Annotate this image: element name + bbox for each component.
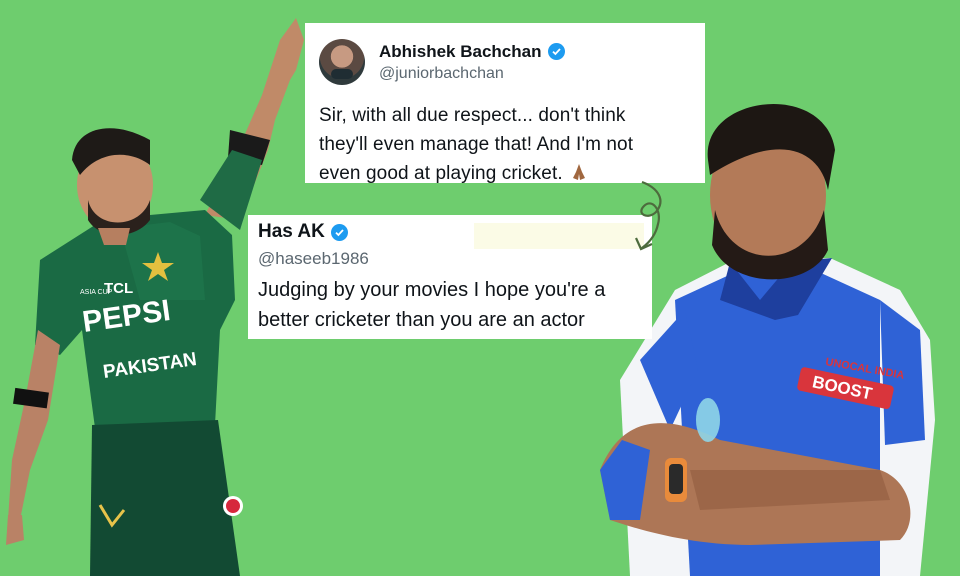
tweet-card-abhishek: Abhishek Bachchan @juniorbachchan Sir, w… <box>305 23 705 184</box>
tweet-author-name: Has AK <box>258 221 325 242</box>
curly-arrow-icon <box>634 180 662 251</box>
tweet-card-reply: Has AK @haseeb1986 Judging by your movie… <box>248 215 652 339</box>
folded-hands-icon <box>569 162 589 191</box>
avatar <box>319 39 365 85</box>
verified-badge-icon <box>330 223 348 241</box>
tweet-text-line: they'll even manage that! And I'm not <box>319 134 634 155</box>
tweet-text-line: Sir, with all due respect... don't think <box>319 105 626 126</box>
tweet-author-name: Abhishek Bachchan <box>379 41 542 61</box>
jersey-badge-asia-cup: ASIA CUP <box>80 289 113 296</box>
tweet-text-line: even good at playing cricket. <box>319 163 563 184</box>
tweet-author-handle: @haseeb1986 <box>258 249 369 268</box>
tweet-text: Sir, with all due respect... don't think… <box>319 101 691 191</box>
tweet-text-line: better cricketer than you are an actor <box>258 309 585 331</box>
verified-badge-icon <box>547 43 565 60</box>
tweet-text-line: Judging by your movies I hope you're a <box>258 279 606 301</box>
tweet-header: Abhishek Bachchan @juniorbachchan <box>319 37 691 87</box>
image-canvas: TCL PEPSI PAKISTAN ASIA CUP UNOCAL INDIA… <box>0 0 960 576</box>
tweet-text: Judging by your movies I hope you're a b… <box>258 275 642 335</box>
tweet-author-handle: @juniorbachchan <box>379 64 504 82</box>
